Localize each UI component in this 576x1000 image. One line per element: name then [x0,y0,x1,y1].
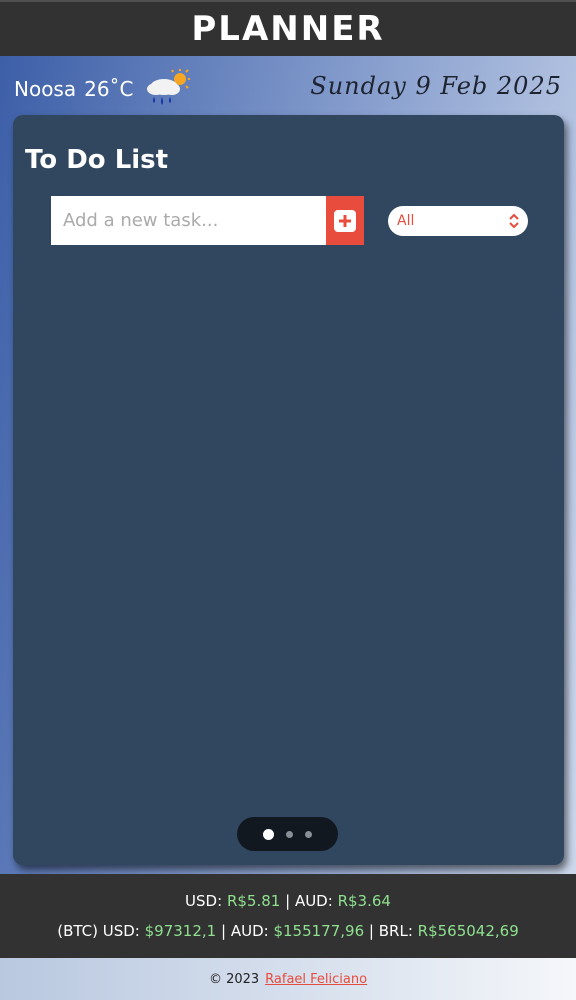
separator: | [368,922,374,940]
btc-brl-value: R$565042,69 [417,922,519,940]
weather-location: Noosa [14,77,77,101]
page-indicator [237,817,338,851]
footer: © 2023 Rafael Feliciano [0,958,576,1000]
btc-rates-line: (BTC) USD: $97312,1 | AUD: $155177,96 | … [57,922,519,940]
btc-aud-label: AUD: [230,922,269,940]
chevron-up-down-icon [509,213,519,229]
page-dot-2[interactable] [286,830,293,838]
fiat-rates-line: USD: R$5.81 | AUD: R$3.64 [185,892,391,910]
page-dot-3[interactable] [305,830,312,838]
weather-widget: Noosa 26˚C [14,69,192,108]
separator: | [220,922,227,940]
btc-usd-label: (BTC) USD: [57,922,140,940]
aud-label: AUD: [294,892,333,910]
page-dot-1[interactable] [263,828,274,840]
add-task-button[interactable] [326,196,364,245]
exchange-rates-bar: USD: R$5.81 | AUD: R$3.64 (BTC) USD: $97… [0,874,576,958]
current-date: Sunday 9 Feb 2025 [310,72,562,100]
top-bar: PLANNER [0,0,576,56]
plus-square-icon [334,209,356,232]
usd-value: R$5.81 [226,892,281,910]
todo-title: To Do List [25,145,169,175]
weather-temperature: 26˚C [84,77,134,101]
usd-label: USD: [185,892,223,910]
task-filter-select[interactable]: All [388,206,528,236]
separator: | [285,892,291,910]
aud-value: R$3.64 [337,892,391,910]
btc-usd-value: $97312,1 [144,922,217,940]
copyright-text: © 2023 [208,971,260,987]
author-link[interactable]: Rafael Feliciano [265,972,367,987]
btc-aud-value: $155177,96 [273,922,365,940]
btc-brl-label: BRL: [378,922,413,940]
todo-card: To Do List All [13,115,564,865]
new-task-input[interactable] [51,196,326,245]
rain-sun-cloud-icon [146,69,190,105]
app-title: PLANNER [191,9,385,49]
filter-selected-value: All [397,213,415,229]
